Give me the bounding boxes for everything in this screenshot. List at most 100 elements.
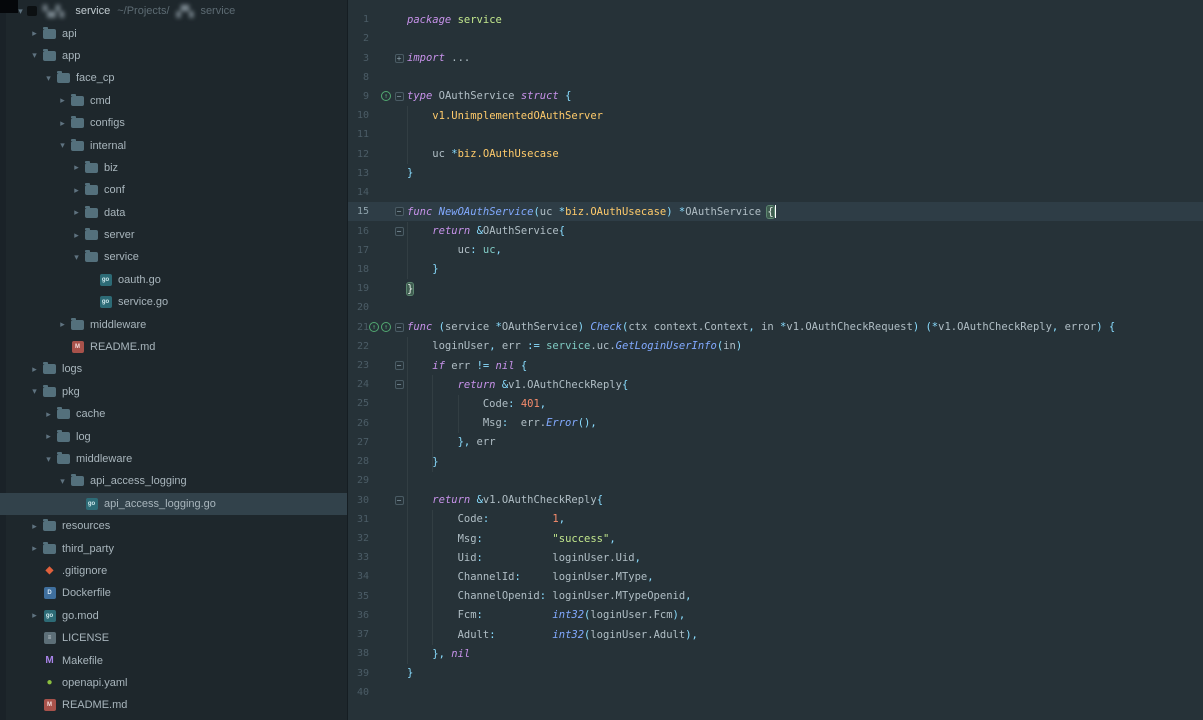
line-number[interactable]: 23 [348,360,369,371]
code-line[interactable]: 14 [348,183,1203,202]
tree-row-api[interactable]: ▸api [0,22,347,44]
line-number[interactable]: 26 [348,418,369,429]
tree-row-readme.md[interactable]: MREADME.md [0,336,347,358]
chevron-right-icon[interactable]: ▸ [70,185,83,196]
line-number[interactable]: 40 [348,687,369,698]
code-line[interactable]: 25 Code: 401, [348,394,1203,413]
line-number[interactable]: 39 [348,668,369,679]
code-line[interactable]: 24− return &v1.OAuthCheckReply{ [348,375,1203,394]
chevron-right-icon[interactable]: ▸ [70,230,83,241]
code-line[interactable]: 3+import ... [348,48,1203,67]
chevron-down-icon[interactable]: ▾ [42,73,55,84]
implemented-marker-icon[interactable]: ↑ [369,322,379,332]
code-line[interactable]: 27 }, err [348,433,1203,452]
code-line[interactable]: 13} [348,164,1203,183]
tree-row-readme.md[interactable]: MREADME.md [0,694,347,716]
line-number[interactable]: 13 [348,168,369,179]
line-number[interactable]: 33 [348,552,369,563]
line-number[interactable]: 14 [348,187,369,198]
code-line[interactable]: 31 Code: 1, [348,510,1203,529]
line-number[interactable]: 31 [348,514,369,525]
code-line[interactable]: 19} [348,279,1203,298]
tree-row-cache[interactable]: ▸cache [0,403,347,425]
line-number[interactable]: 25 [348,398,369,409]
fold-icon[interactable]: − [395,227,404,236]
line-number[interactable]: 20 [348,302,369,313]
chevron-right-icon[interactable]: ▸ [28,364,41,375]
tree-row-oauth.go[interactable]: gooauth.go [0,269,347,291]
tree-row-log[interactable]: ▸log [0,425,347,447]
chevron-right-icon[interactable]: ▸ [28,521,41,532]
tree-row-go.mod[interactable]: ▸gogo.mod [0,605,347,627]
line-number[interactable]: 29 [348,475,369,486]
tree-row-biz[interactable]: ▸biz [0,157,347,179]
tree-row-service.go[interactable]: goservice.go [0,291,347,313]
code-line[interactable]: 37 Adult: int32(loginUser.Adult), [348,625,1203,644]
code-line[interactable]: 8 [348,68,1203,87]
chevron-down-icon[interactable]: ▾ [56,476,69,487]
implemented-marker-icon[interactable]: ↑ [381,91,391,101]
tree-row-middleware[interactable]: ▸middleware [0,313,347,335]
code-line[interactable]: 28 } [348,452,1203,471]
line-number[interactable]: 2 [348,33,369,44]
tree-row-third-party[interactable]: ▸third_party [0,537,347,559]
chevron-right-icon[interactable]: ▸ [42,409,55,420]
line-number[interactable]: 17 [348,245,369,256]
chevron-down-icon[interactable]: ▾ [28,386,41,397]
line-number[interactable]: 19 [348,283,369,294]
code-line[interactable]: 39} [348,663,1203,682]
chevron-down-icon[interactable]: ▾ [42,454,55,465]
line-number[interactable]: 32 [348,533,369,544]
tree-row-face-cp[interactable]: ▾face_cp [0,67,347,89]
chevron-right-icon[interactable]: ▸ [70,162,83,173]
line-number[interactable]: 9 [348,91,369,102]
line-number[interactable]: 15 [348,206,369,217]
chevron-right-icon[interactable]: ▸ [28,543,41,554]
line-number[interactable]: 24 [348,379,369,390]
tree-row-.gitignore[interactable]: ◆.gitignore [0,560,347,582]
tree-row-project-root[interactable]: ▾▚▞▖service~/Projects/▞▚service [0,0,347,22]
tree-row-service[interactable]: ▾service [0,246,347,268]
line-number[interactable]: 1 [348,14,369,25]
tree-row-api-access-logging[interactable]: ▾api_access_logging [0,470,347,492]
chevron-down-icon[interactable]: ▾ [70,252,83,263]
code-area[interactable]: 1package service23+import ...89↑−type OA… [348,0,1203,720]
line-number[interactable]: 37 [348,629,369,640]
line-number[interactable]: 22 [348,341,369,352]
code-line[interactable]: 26 Msg: err.Error(), [348,414,1203,433]
chevron-down-icon[interactable]: ▾ [56,140,69,151]
code-line[interactable]: 2 [348,29,1203,48]
code-line[interactable]: 34 ChannelId: loginUser.MType, [348,567,1203,586]
code-line[interactable]: 17 uc: uc, [348,241,1203,260]
code-line[interactable]: 18 } [348,260,1203,279]
fold-icon[interactable]: − [395,323,404,332]
tree-row-openapi.yaml[interactable]: ●openapi.yaml [0,672,347,694]
line-number[interactable]: 34 [348,571,369,582]
line-number[interactable]: 38 [348,648,369,659]
code-line[interactable]: 29 [348,471,1203,490]
line-number[interactable]: 11 [348,129,369,140]
fold-icon[interactable]: − [395,207,404,216]
tree-row-app[interactable]: ▾app [0,45,347,67]
code-line[interactable]: 21↑↑−func (service *OAuthService) Check(… [348,318,1203,337]
tree-row-middleware[interactable]: ▾middleware [0,448,347,470]
code-line[interactable]: 36 Fcm: int32(loginUser.Fcm), [348,606,1203,625]
tree-row-resources[interactable]: ▸resources [0,515,347,537]
code-line[interactable]: 9↑−type OAuthService struct { [348,87,1203,106]
line-number[interactable]: 8 [348,72,369,83]
chevron-right-icon[interactable]: ▸ [42,431,55,442]
line-number[interactable]: 16 [348,226,369,237]
code-line[interactable]: 40 [348,683,1203,702]
tree-row-license[interactable]: ≡LICENSE [0,627,347,649]
code-line[interactable]: 12 uc *biz.OAuthUsecase [348,145,1203,164]
chevron-right-icon[interactable]: ▸ [56,118,69,129]
tree-row-cmd[interactable]: ▸cmd [0,90,347,112]
line-number[interactable]: 3 [348,53,369,64]
tree-row-configs[interactable]: ▸configs [0,112,347,134]
line-number[interactable]: 30 [348,495,369,506]
fold-icon[interactable]: − [395,496,404,505]
chevron-right-icon[interactable]: ▸ [70,207,83,218]
tree-row-data[interactable]: ▸data [0,202,347,224]
code-line[interactable]: 35 ChannelOpenid: loginUser.MTypeOpenid, [348,587,1203,606]
chevron-right-icon[interactable]: ▸ [56,319,69,330]
